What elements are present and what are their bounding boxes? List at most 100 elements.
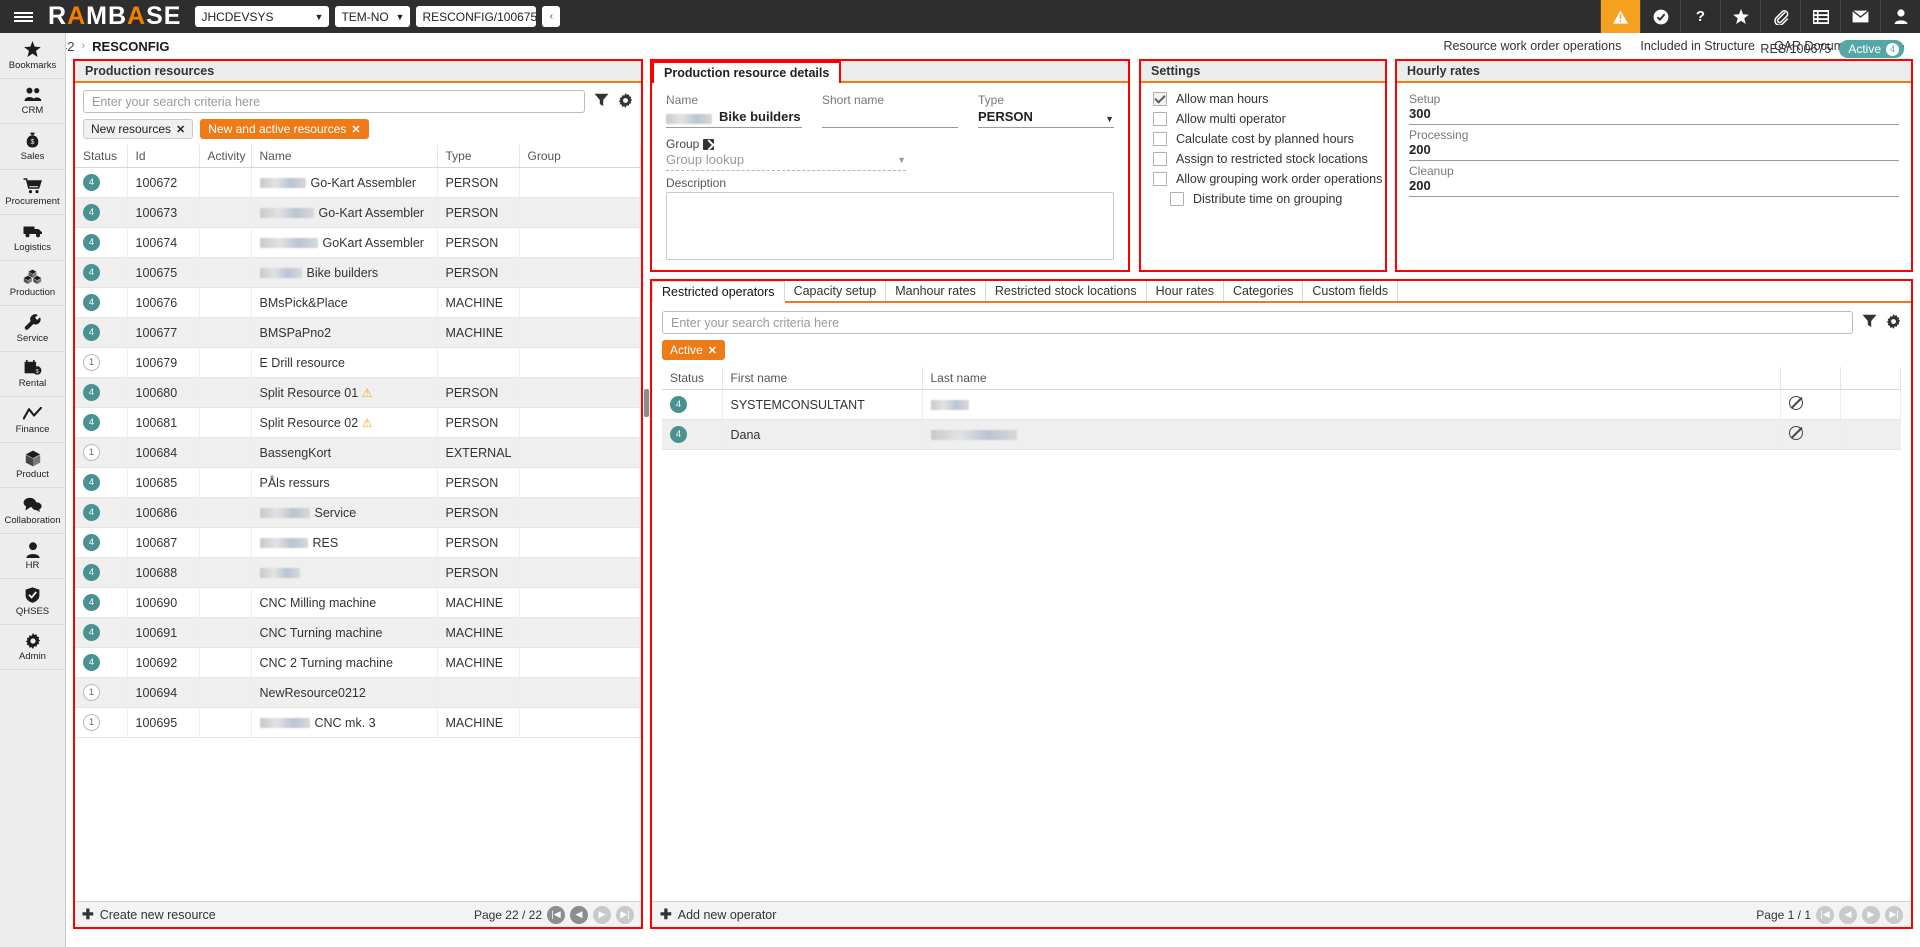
description-textarea[interactable] — [666, 192, 1114, 260]
prev-page-button[interactable]: ◀ — [1839, 905, 1857, 924]
first-page-button[interactable]: |◀ — [547, 905, 565, 924]
favorites-icon[interactable] — [1720, 0, 1760, 33]
add-new-operator-button[interactable]: ✚ Add new operator — [660, 906, 776, 923]
attachment-icon[interactable] — [1760, 0, 1800, 33]
block-icon[interactable] — [1789, 426, 1803, 440]
operator-search-input[interactable]: Enter your search criteria here — [662, 311, 1853, 334]
table-row[interactable]: 4 100680 Split Resource 01 ⚠ PERSON — [75, 377, 641, 408]
table-row[interactable]: 1 100694 NewResource0212 — [75, 677, 641, 708]
settings-checkbox-row[interactable]: Calculate cost by planned hours — [1141, 129, 1385, 149]
sidebar-item-production[interactable]: Production — [0, 261, 65, 306]
tab-capacity-setup[interactable]: Capacity setup — [785, 281, 887, 301]
table-row[interactable]: 4 100672 Go-Kart Assembler PERSON — [75, 167, 641, 198]
settings-checkbox-row[interactable]: Allow grouping work order operations — [1141, 169, 1385, 189]
gear-icon[interactable] — [1886, 313, 1901, 332]
filter-icon[interactable] — [594, 93, 609, 110]
nav-included-in-structure[interactable]: Included in Structure — [1640, 39, 1755, 53]
alert-icon[interactable] — [1600, 0, 1640, 33]
tab-restricted-operators[interactable]: Restricted operators — [652, 281, 785, 303]
context-select[interactable]: RESCONFIG/100675 — [416, 6, 537, 27]
tab-categories[interactable]: Categories — [1224, 281, 1304, 301]
table-row[interactable]: 4 100674 GoKart Assembler PERSON — [75, 227, 641, 258]
tab-manhour-rates[interactable]: Manhour rates — [886, 281, 986, 301]
sidebar-item-qhses[interactable]: QHSES — [0, 579, 65, 625]
mail-icon[interactable] — [1840, 0, 1880, 33]
table-row[interactable]: 1 100679 E Drill resource — [75, 347, 641, 378]
type-select[interactable]: PERSON ▼ — [978, 108, 1114, 128]
short-name-input[interactable] — [822, 108, 958, 128]
close-icon[interactable]: ✕ — [176, 123, 185, 136]
checkbox-icon[interactable] — [1153, 172, 1167, 186]
sidebar-item-bookmarks[interactable]: Bookmarks — [0, 33, 65, 79]
help-icon[interactable]: ? — [1680, 0, 1720, 33]
tab-custom-fields[interactable]: Custom fields — [1303, 281, 1399, 301]
last-page-button[interactable]: ▶| — [1885, 905, 1903, 924]
table-row[interactable]: 4 100686 Service PERSON — [75, 497, 641, 528]
table-row[interactable]: 4 100675 Bike builders PERSON — [75, 257, 641, 288]
edit-icon[interactable] — [703, 138, 715, 150]
filter-icon[interactable] — [1862, 314, 1877, 331]
table-row[interactable]: 4 100688 PERSON — [75, 557, 641, 588]
settings-checkbox-row[interactable]: Allow multi operator — [1141, 109, 1385, 129]
tab-hour-rates[interactable]: Hour rates — [1147, 281, 1224, 301]
tab-restricted-stock-locations[interactable]: Restricted stock locations — [986, 281, 1147, 301]
sidebar-item-procurement[interactable]: Procurement — [0, 170, 65, 215]
table-row[interactable]: 4 SYSTEMCONSULTANT — [662, 389, 1901, 420]
first-page-button[interactable]: |◀ — [1816, 905, 1834, 924]
sidebar-item-finance[interactable]: Finance — [0, 397, 65, 443]
chip-active[interactable]: Active ✕ — [662, 340, 725, 360]
chip-new-and-active-resources[interactable]: New and active resources ✕ — [200, 119, 369, 139]
table-row[interactable]: 1 100684 BassengKort EXTERNAL — [75, 437, 641, 468]
close-icon[interactable]: ✕ — [708, 344, 717, 357]
table-row[interactable]: 4 100677 BMSPaPno2 MACHINE — [75, 317, 641, 348]
sidebar-item-sales[interactable]: $ Sales — [0, 124, 65, 170]
prev-page-button[interactable]: ◀ — [570, 905, 588, 924]
sidebar-item-product[interactable]: Product — [0, 443, 65, 488]
sidebar-item-service[interactable]: Service — [0, 306, 65, 352]
checkbox-icon[interactable] — [1153, 132, 1167, 146]
rate-value[interactable]: 300 — [1409, 106, 1899, 125]
user-icon[interactable] — [1880, 0, 1920, 33]
sidebar-item-rental[interactable]: $ Rental — [0, 352, 65, 397]
close-icon[interactable]: ✕ — [351, 123, 360, 136]
chip-new-resources[interactable]: New resources ✕ — [83, 119, 194, 139]
settings-checkbox-row[interactable]: Distribute time on grouping — [1141, 189, 1385, 209]
table-row[interactable]: 4 100692 CNC 2 Turning machine MACHINE — [75, 647, 641, 678]
list-icon[interactable] — [1800, 0, 1840, 33]
settings-checkbox-row[interactable]: Assign to restricted stock locations — [1141, 149, 1385, 169]
checkbox-icon[interactable] — [1153, 152, 1167, 166]
sidebar-item-collaboration[interactable]: Collaboration — [0, 488, 65, 534]
block-icon[interactable] — [1789, 396, 1803, 410]
sidebar-item-hr[interactable]: HR — [0, 534, 65, 579]
language-select[interactable]: TEM-NO — [335, 6, 411, 27]
checkbox-icon[interactable] — [1153, 92, 1167, 106]
table-row[interactable]: 4 100687 RES PERSON — [75, 527, 641, 558]
back-button[interactable]: ‹ — [542, 6, 561, 27]
tab-production-resource-details[interactable]: Production resource details — [652, 61, 842, 83]
create-new-resource-button[interactable]: ✚ Create new resource — [82, 906, 216, 923]
sidebar-item-logistics[interactable]: Logistics — [0, 215, 65, 261]
table-row[interactable]: 4 100685 PÅls ressurs PERSON — [75, 467, 641, 498]
table-row[interactable]: 4 100681 Split Resource 02 ⚠ PERSON — [75, 407, 641, 438]
company-select[interactable]: JHCDEVSYS — [195, 6, 330, 27]
resource-search-input[interactable]: Enter your search criteria here — [83, 90, 585, 113]
table-row[interactable]: 4 100673 Go-Kart Assembler PERSON — [75, 197, 641, 228]
name-input[interactable]: Bike builders — [666, 108, 802, 128]
rate-value[interactable]: 200 — [1409, 142, 1899, 161]
panel-splitter-handle[interactable] — [644, 389, 649, 417]
next-page-button[interactable]: ▶ — [1862, 905, 1880, 924]
menu-icon[interactable] — [0, 0, 46, 33]
table-row[interactable]: 4 100690 CNC Milling machine MACHINE — [75, 587, 641, 618]
table-row[interactable]: 1 100695 CNC mk. 3 MACHINE — [75, 707, 641, 738]
checkbox-icon[interactable] — [1170, 192, 1184, 206]
next-page-button[interactable]: ▶ — [593, 905, 611, 924]
last-page-button[interactable]: ▶| — [616, 905, 634, 924]
table-row[interactable]: 4 100676 BMsPick&Place MACHINE — [75, 287, 641, 318]
check-badge-icon[interactable] — [1640, 0, 1680, 33]
table-row[interactable]: 4 100691 CNC Turning machine MACHINE — [75, 617, 641, 648]
rate-value[interactable]: 200 — [1409, 178, 1899, 197]
checkbox-icon[interactable] — [1153, 112, 1167, 126]
nav-resource-work-order-operations[interactable]: Resource work order operations — [1443, 39, 1621, 53]
table-row[interactable]: 4 Dana — [662, 419, 1901, 450]
gear-icon[interactable] — [618, 92, 633, 111]
